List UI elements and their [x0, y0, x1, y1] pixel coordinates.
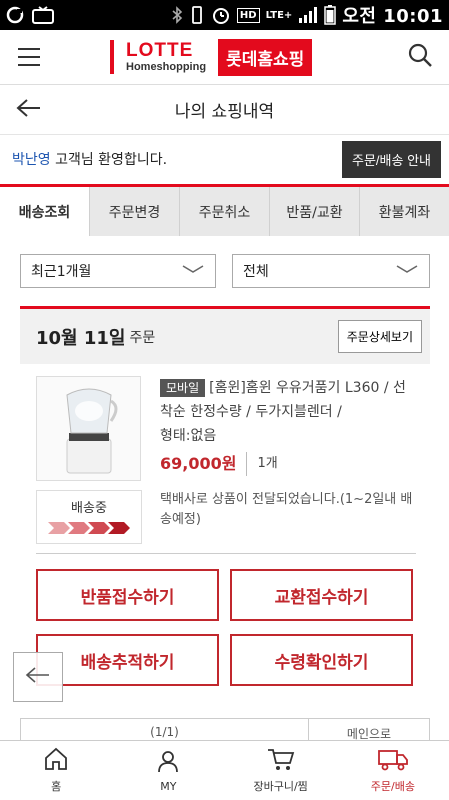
- nav-cart[interactable]: 장바구니/찜: [225, 741, 337, 800]
- chevron-down-icon: [395, 263, 419, 279]
- status-select[interactable]: 전체: [232, 254, 430, 288]
- tab-delivery-tracking[interactable]: 배송조회: [0, 187, 90, 236]
- battery-icon: [324, 5, 337, 25]
- product-quantity: 1개: [246, 452, 278, 476]
- alarm-icon: [211, 5, 231, 25]
- filters: 최근1개월 전체: [20, 254, 430, 288]
- product-option: 형태:없음: [160, 428, 217, 444]
- user-name: 박난영: [12, 152, 51, 168]
- product-image[interactable]: [36, 376, 141, 481]
- confirm-receipt-button[interactable]: 수령확인하기: [230, 634, 413, 686]
- pager: (1/1) 메인으로: [20, 718, 430, 740]
- product-info: 모바일 [홈윈]홈윈 우유거품기 L360 / 선착순 한정수량 / 두가지블렌더…: [160, 376, 416, 476]
- bluetooth-icon: [171, 6, 183, 24]
- menu-bar: [18, 56, 40, 58]
- hd-voice-icon: HD: [236, 7, 260, 23]
- truck-icon: [377, 747, 408, 774]
- title-bar: 나의 쇼핑내역: [0, 85, 449, 135]
- return-request-button[interactable]: 반품접수하기: [36, 569, 219, 621]
- nav-label: 장바구니/찜: [253, 780, 308, 793]
- search-button[interactable]: [391, 30, 449, 85]
- order-guide-button[interactable]: 주문/배송 안내: [342, 140, 441, 178]
- tab-order-cancel[interactable]: 주문취소: [180, 187, 270, 236]
- nav-my[interactable]: MY: [112, 741, 224, 800]
- tab-bar: 배송조회 주문변경 주문취소 반품/교환 환불계좌: [0, 184, 449, 236]
- nav-home[interactable]: 홈: [0, 741, 112, 800]
- shipping-status-box: 배송중: [36, 490, 142, 544]
- network-type-icon: LTE+: [265, 9, 293, 21]
- carrier-logo-icon: [6, 6, 24, 24]
- shipping-progress: [48, 522, 130, 534]
- divider: [36, 553, 416, 554]
- order-item: 모바일 [홈윈]홈윈 우유거품기 L360 / 선착순 한정수량 / 두가지블렌더…: [36, 376, 416, 556]
- price-row: 69,000원 1개: [160, 452, 416, 476]
- nav-order-delivery[interactable]: 주문/배송: [337, 741, 449, 800]
- cart-icon: [267, 747, 295, 774]
- logo-korean: 롯데홈쇼핑: [218, 38, 313, 76]
- chevron-down-icon: [181, 263, 205, 279]
- app-header: LOTTE Homeshopping 롯데홈쇼핑: [0, 30, 449, 85]
- logo-accent: [110, 40, 114, 74]
- user-icon: [156, 749, 180, 776]
- order-header: 10월 11일 주문 주문상세보기: [20, 306, 430, 364]
- nav-label: MY: [160, 779, 177, 793]
- track-delivery-button[interactable]: 배송추적하기: [36, 634, 219, 686]
- arrow-left-icon: [16, 98, 42, 122]
- floating-back-button[interactable]: [13, 652, 63, 702]
- tab-refund-account[interactable]: 환불계좌: [360, 187, 449, 236]
- bottom-nav: 홈 MY 장바구니/찜 주문/배송: [0, 740, 449, 800]
- tv-icon: [32, 6, 54, 24]
- clock: 오전 10:01: [342, 6, 443, 27]
- progress-step: [108, 522, 130, 534]
- page-title: 나의 쇼핑내역: [174, 102, 275, 122]
- back-button[interactable]: [0, 85, 58, 135]
- shipping-status: 배송중: [71, 501, 107, 516]
- signal-icon: [298, 6, 318, 24]
- tab-order-change[interactable]: 주문변경: [90, 187, 180, 236]
- main-link[interactable]: 메인으로: [309, 719, 429, 740]
- order-detail-button[interactable]: 주문상세보기: [337, 320, 422, 353]
- product-price: 69,000원: [160, 454, 237, 473]
- menu-bar: [18, 48, 40, 50]
- arrow-left-icon: [25, 665, 51, 689]
- logo-text: LOTTE Homeshopping: [126, 41, 206, 73]
- welcome-message: 고객님 환영합니다.: [50, 152, 168, 168]
- welcome-row: 박난영 고객님 환영합니다. 주문/배송 안내: [0, 135, 449, 183]
- order-date-suffix: 주문: [129, 329, 156, 346]
- status-bar: HD LTE+ 오전 10:01: [0, 0, 449, 30]
- nav-label: 주문/배송: [370, 780, 415, 793]
- order-date: 10월 11일: [36, 327, 126, 349]
- status-select-value: 전체: [243, 264, 269, 280]
- vibrate-icon: [189, 5, 205, 25]
- period-select[interactable]: 최근1개월: [20, 254, 216, 288]
- home-icon: [43, 747, 69, 774]
- exchange-request-button[interactable]: 교환접수하기: [230, 569, 413, 621]
- progress-step: [68, 522, 90, 534]
- nav-label: 홈: [51, 780, 62, 793]
- product-title[interactable]: 모바일 [홈윈]홈윈 우유거품기 L360 / 선착순 한정수량 / 두가지블렌더…: [160, 376, 416, 424]
- menu-button[interactable]: [0, 30, 58, 85]
- progress-step: [88, 522, 110, 534]
- period-select-value: 최근1개월: [31, 264, 92, 280]
- tab-return-exchange[interactable]: 반품/교환: [270, 187, 360, 236]
- logo-line2: Homeshopping: [126, 61, 207, 73]
- progress-step: [48, 522, 70, 534]
- menu-bar: [18, 64, 40, 66]
- logo-line1: LOTTE: [126, 40, 194, 61]
- shipping-message: 택배사로 상품이 전달되었습니다.(1~2일내 배송예정): [160, 492, 413, 527]
- logo[interactable]: LOTTE Homeshopping 롯데홈쇼핑: [110, 38, 313, 76]
- page-indicator: (1/1): [21, 719, 309, 740]
- search-icon: [407, 42, 433, 72]
- mobile-badge: 모바일: [160, 379, 206, 397]
